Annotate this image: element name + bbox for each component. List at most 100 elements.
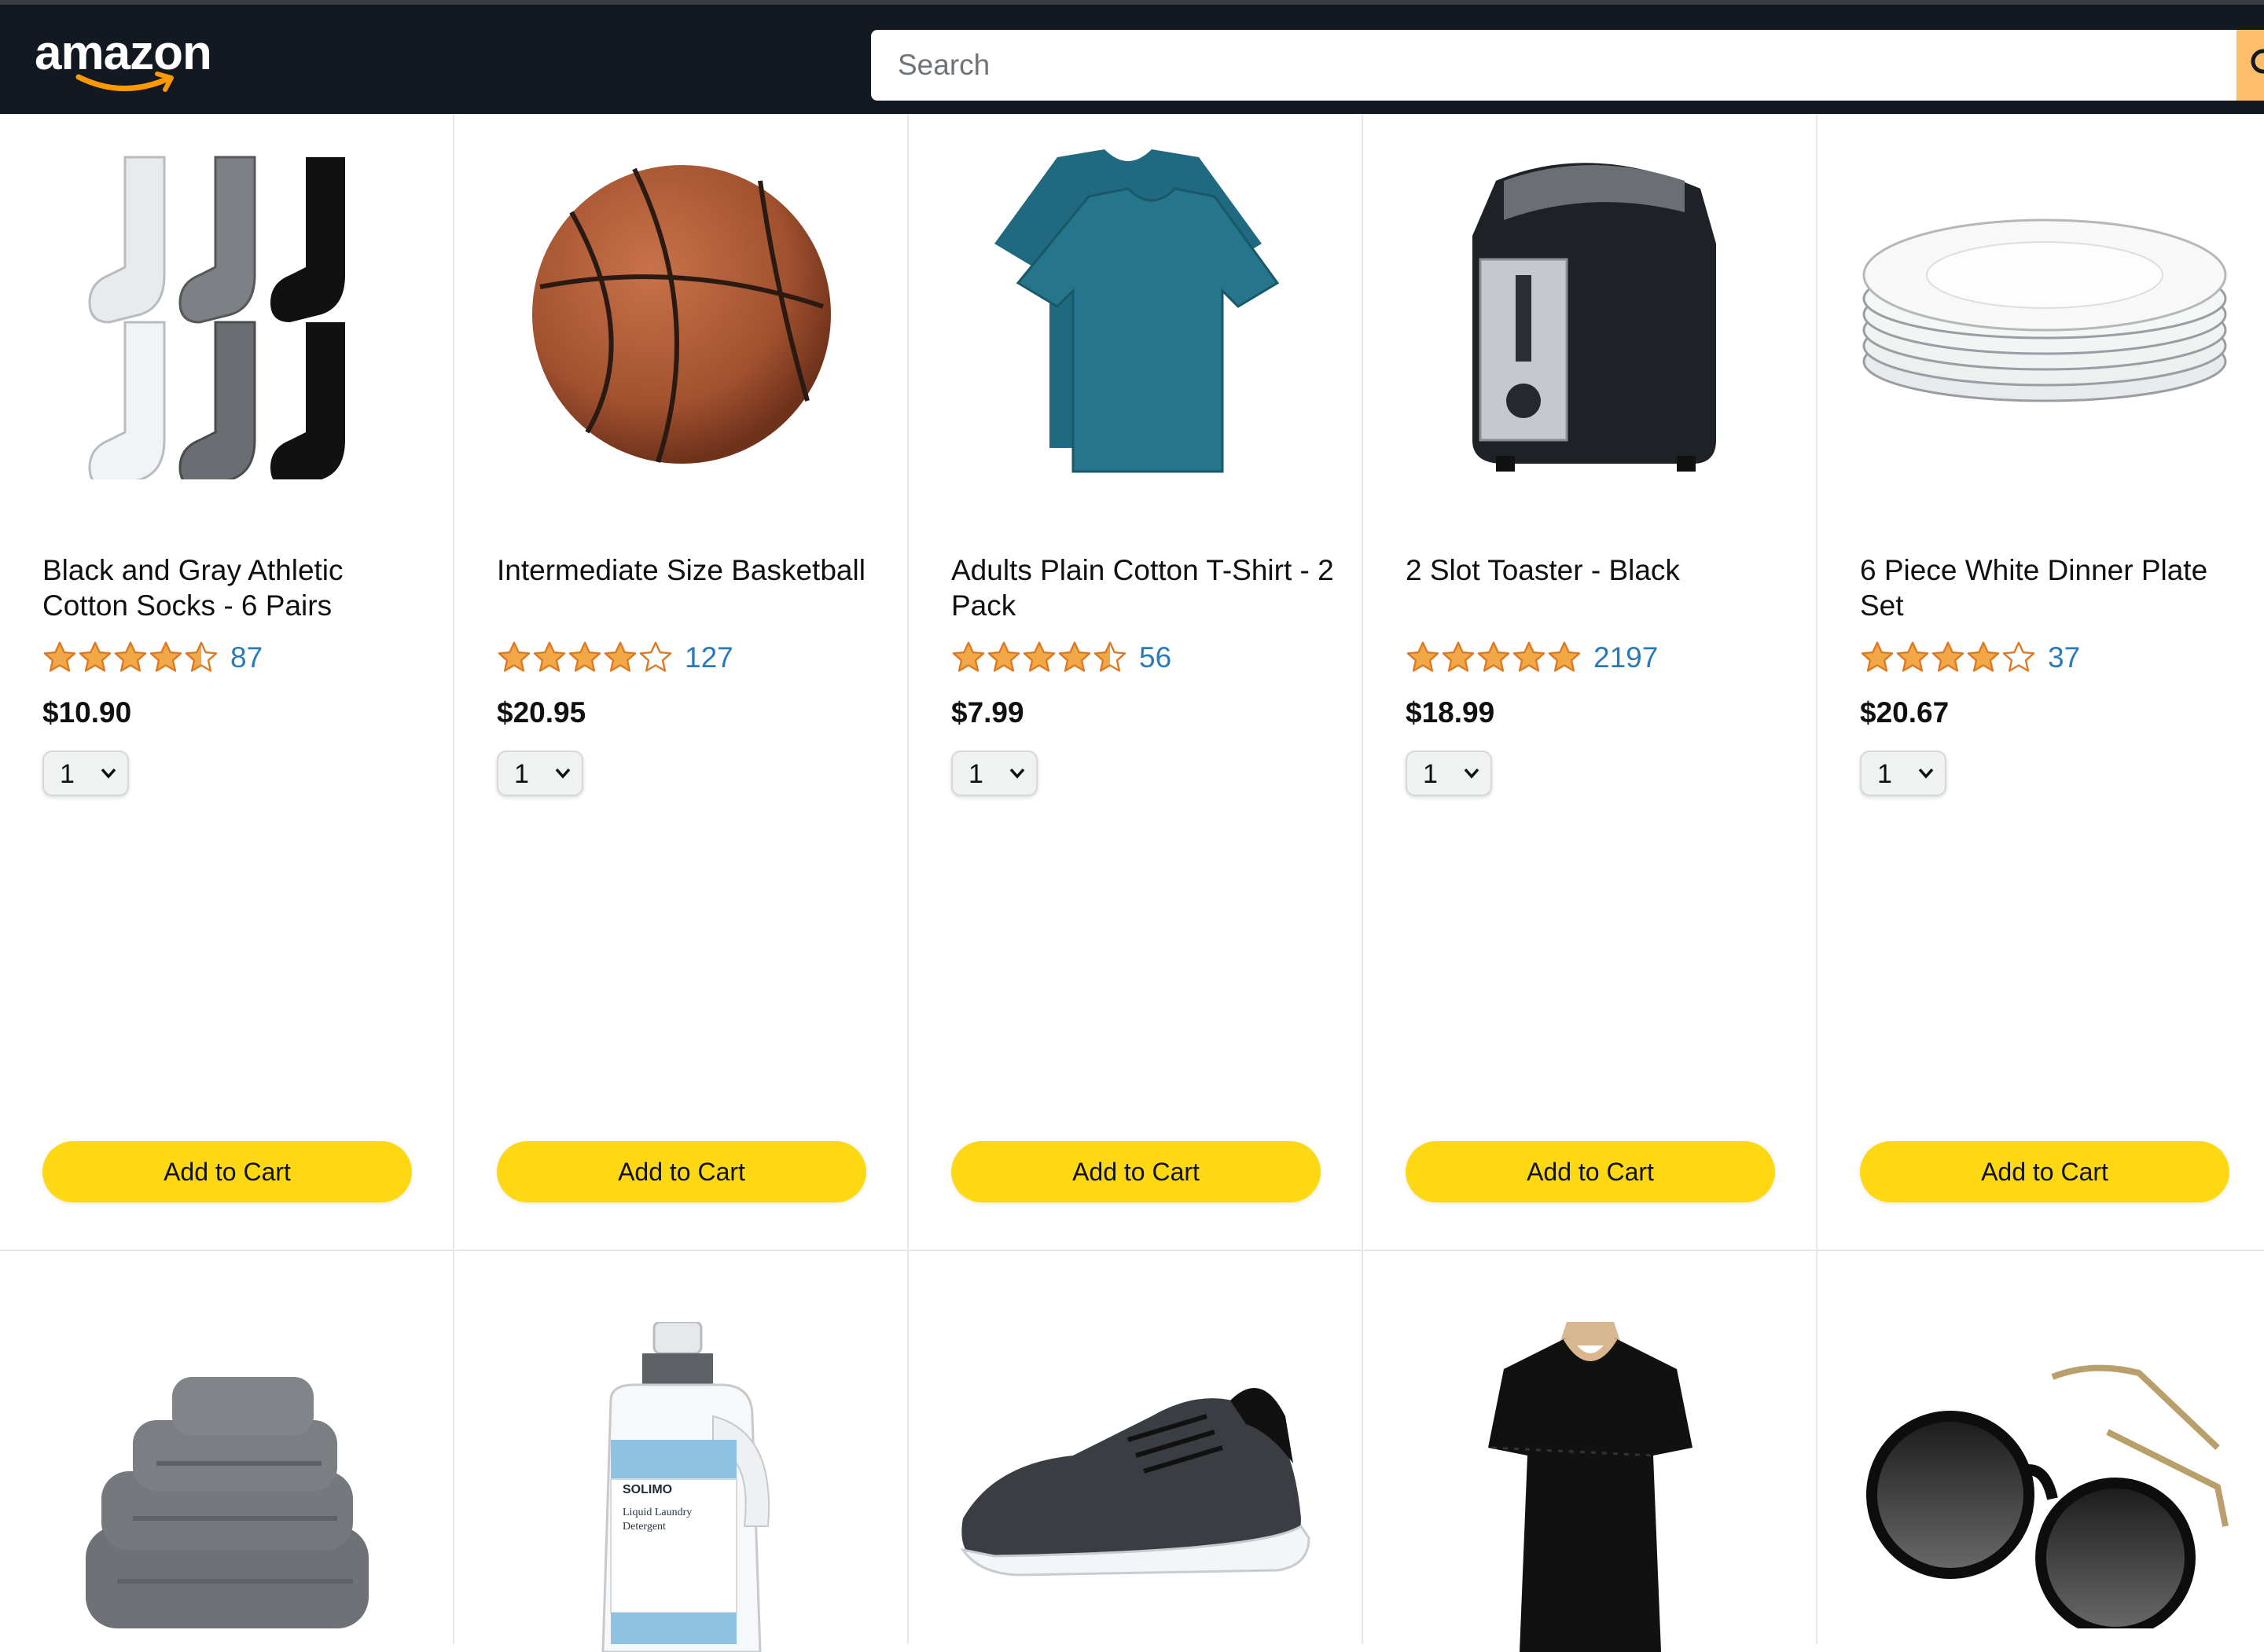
rating-stars [42, 641, 219, 675]
product-name: Black and Gray Athletic Cotton Socks - 6… [42, 554, 344, 622]
add-to-cart-button[interactable]: Add to Cart [42, 1141, 412, 1202]
add-to-cart-button[interactable]: Add to Cart [1860, 1141, 2229, 1202]
quantity-value: 1 [514, 759, 529, 789]
product-card [1363, 1251, 1817, 1652]
tshirt-image [994, 149, 1280, 473]
product-card: 2 Slot Toaster - Black 2197 $18.99 1 Add… [1363, 114, 1817, 1251]
product-name: 6 Piece White Dinner Plate Set [1860, 554, 2208, 622]
star-icon [1058, 641, 1091, 672]
quantity-select[interactable]: 1 [1406, 751, 1492, 796]
search-box [871, 30, 2239, 101]
product-card: 6 Piece White Dinner Plate Set 37 $20.67… [1817, 114, 2264, 1251]
quantity-value: 1 [968, 759, 983, 789]
quantity-select[interactable]: 1 [1860, 751, 1946, 796]
product-rating: 37 [1860, 638, 2080, 677]
quantity-value: 1 [60, 759, 75, 789]
star-icon [533, 641, 566, 672]
add-to-cart-button[interactable]: Add to Cart [497, 1141, 866, 1202]
product-rating: 56 [951, 638, 1171, 677]
rating-count-link[interactable]: 56 [1139, 641, 1171, 674]
toaster-image [1472, 163, 1716, 472]
star-icon [79, 641, 112, 672]
star-icon [1093, 641, 1126, 672]
rating-count-link[interactable]: 2197 [1593, 641, 1658, 674]
product-image[interactable] [24, 156, 431, 479]
product-card [909, 1251, 1363, 1644]
star-icon [498, 641, 531, 672]
star-icon [568, 641, 601, 672]
rating-stars [497, 641, 674, 675]
add-to-cart-button[interactable]: Add to Cart [1406, 1141, 1775, 1202]
product-price: $7.99 [951, 696, 1024, 729]
product-image[interactable] [1387, 163, 1794, 472]
star-icon [1861, 641, 1894, 672]
plates-image [1862, 218, 2227, 402]
product-image[interactable] [478, 165, 885, 464]
star-icon [2002, 641, 2035, 672]
socks-image [88, 156, 345, 479]
chevron-down-icon [1464, 768, 1479, 779]
product-image[interactable]: SOLIMO Liquid Laundry Detergent [478, 1322, 885, 1652]
star-icon [639, 641, 672, 672]
dress-image [1488, 1322, 1692, 1652]
product-card [1817, 1251, 2264, 1644]
product-name: 2 Slot Toaster - Black [1406, 554, 1680, 586]
product-image[interactable] [1841, 1322, 2248, 1652]
chevron-down-icon [1918, 768, 1934, 779]
product-price: $18.99 [1406, 696, 1495, 729]
product-card: Black and Gray Athletic Cotton Socks - 6… [0, 114, 454, 1251]
product-card: Intermediate Size Basketball 127 $20.95 … [454, 114, 909, 1251]
quantity-select[interactable]: 1 [497, 751, 583, 796]
star-icon [1931, 641, 1964, 672]
quantity-select[interactable]: 1 [42, 751, 129, 796]
towels-image [86, 1377, 369, 1628]
product-rating: 87 [42, 638, 263, 677]
search-icon [2251, 49, 2264, 74]
basketball-image [532, 165, 831, 464]
quantity-value: 1 [1423, 759, 1438, 789]
product-grid: Black and Gray Athletic Cotton Socks - 6… [0, 114, 2264, 1652]
search-button[interactable] [2236, 30, 2264, 101]
rating-count-link[interactable]: 87 [230, 641, 263, 674]
amazon-logo[interactable]: amazon [35, 24, 215, 102]
logo-smile-icon [75, 72, 174, 92]
rating-stars [1860, 641, 2037, 675]
product-price: $10.90 [42, 696, 132, 729]
rating-count-link[interactable]: 127 [685, 641, 733, 674]
star-icon [149, 641, 182, 672]
search-input[interactable] [871, 30, 2239, 101]
product-image[interactable] [1841, 173, 2248, 456]
rating-count-link[interactable]: 37 [2048, 641, 2080, 674]
sneaker-image [960, 1388, 1310, 1577]
product-image[interactable] [932, 149, 1340, 473]
chevron-down-icon [101, 768, 116, 779]
product-price: $20.95 [497, 696, 586, 729]
product-card: Adults Plain Cotton T-Shirt - 2 Pack 56 … [909, 114, 1363, 1251]
product-image[interactable] [24, 1322, 431, 1652]
quantity-select[interactable]: 1 [951, 751, 1038, 796]
add-to-cart-button[interactable]: Add to Cart [951, 1141, 1321, 1202]
product-image[interactable] [932, 1322, 1340, 1652]
star-icon [1406, 641, 1439, 672]
rating-stars [951, 641, 1128, 675]
star-icon [43, 641, 76, 672]
sunglasses-image [1866, 1364, 2229, 1628]
star-icon [604, 641, 637, 672]
star-icon [987, 641, 1020, 672]
product-name: Adults Plain Cotton T-Shirt - 2 Pack [951, 554, 1334, 622]
star-icon [185, 641, 218, 672]
star-icon [1442, 641, 1475, 672]
rating-stars [1406, 641, 1582, 675]
detergent-image: SOLIMO Liquid Laundry Detergent [601, 1322, 770, 1652]
star-icon [1896, 641, 1929, 672]
product-card: SOLIMO Liquid Laundry Detergent [454, 1251, 909, 1652]
star-icon [1967, 641, 2000, 672]
star-icon [1477, 641, 1510, 672]
product-name: Intermediate Size Basketball [497, 554, 866, 586]
product-rating: 2197 [1406, 638, 1658, 677]
chevron-down-icon [555, 768, 571, 779]
detergent-brand-text: SOLIMO [623, 1483, 672, 1496]
detergent-label-line-2: Detergent [623, 1521, 666, 1533]
product-image[interactable] [1387, 1322, 1794, 1652]
star-icon [1023, 641, 1056, 672]
